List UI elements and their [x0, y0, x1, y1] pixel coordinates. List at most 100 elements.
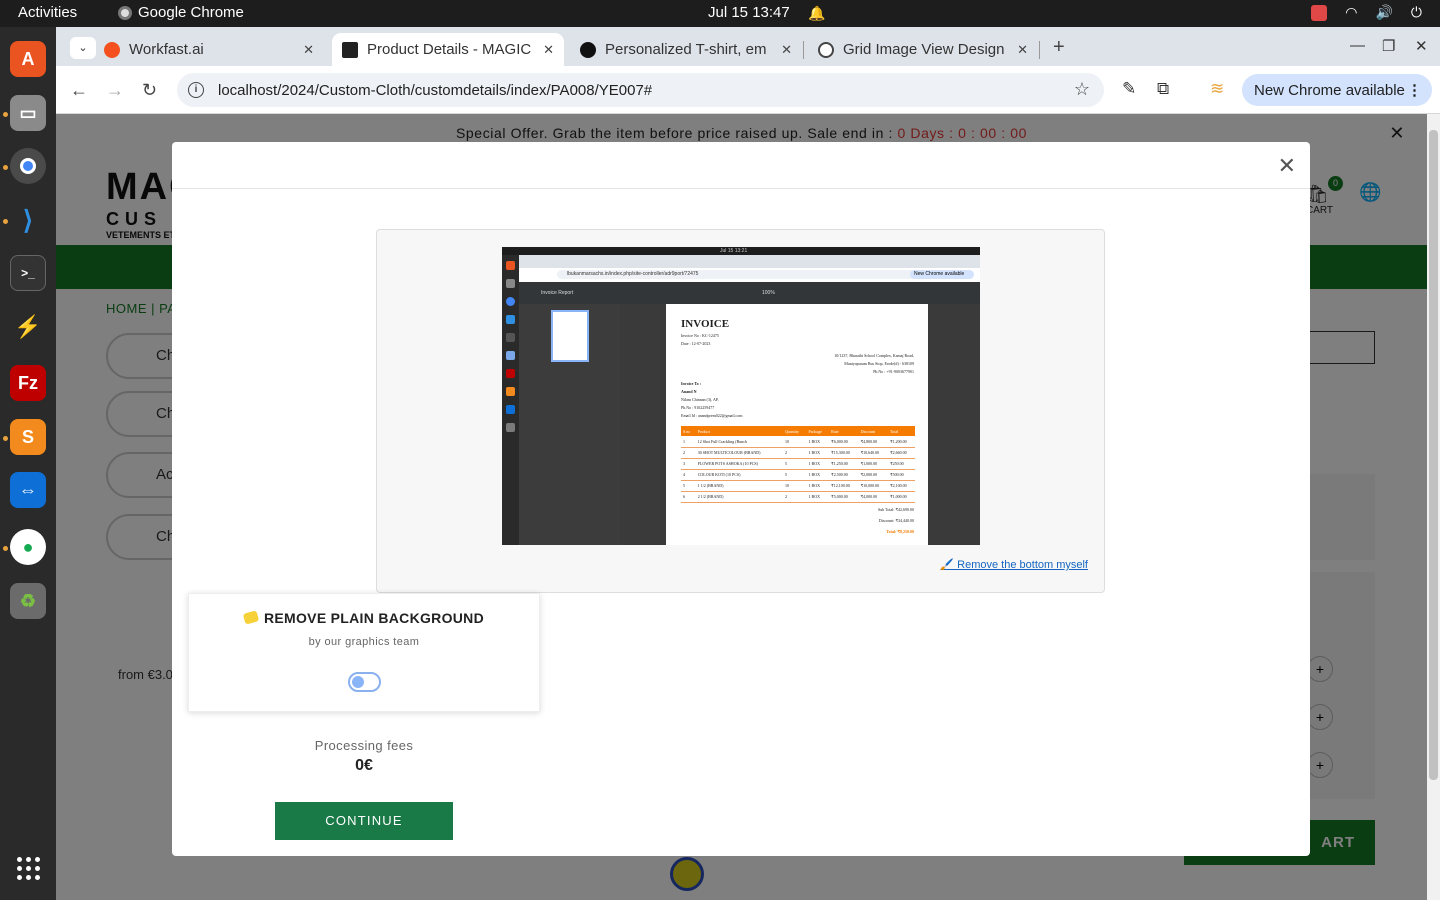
dock: A ▭ ⟩ >_ ⚡ Fz S ⇔ ● ♻	[0, 27, 56, 900]
preview-table-cell: ₹4,800.00	[858, 436, 889, 448]
clock[interactable]: Jul 15 13:47	[708, 4, 790, 21]
volume-icon[interactable]: 🔊	[1375, 4, 1392, 21]
toggle-knob	[352, 676, 364, 688]
browser-toolbar: ← → ↻ i localhost/2024/Custom-Cloth/cust…	[56, 66, 1440, 114]
scrollbar-thumb[interactable]	[1429, 130, 1438, 780]
bookmark-star-icon[interactable]: ☆	[1074, 79, 1090, 100]
activities-button[interactable]: Activities	[18, 4, 77, 21]
preview-pdf-toolbar: Invoice Report 100%	[519, 282, 980, 304]
preview-table-cell: 1 BOX	[806, 458, 830, 470]
close-tab-icon[interactable]: ✕	[543, 42, 554, 58]
tab-grid-image-view[interactable]: Grid Image View Design ✕	[818, 33, 1040, 66]
sublime-text-icon[interactable]: S	[10, 419, 46, 455]
preview-table-cell: 3	[681, 458, 696, 470]
tab-title: Grid Image View Design	[843, 41, 1005, 58]
preview-table-cell: 2	[681, 447, 696, 459]
preview-table-header: Rate	[829, 426, 859, 436]
tab-product-details[interactable]: Product Details - MAGIC ✕	[332, 33, 564, 66]
preview-table-cell: 6	[681, 491, 696, 503]
app-menu[interactable]: Google Chrome	[118, 4, 244, 21]
tab-workfast[interactable]: Workfast.ai ✕	[104, 33, 324, 66]
preview-table-cell: ₹2,660.00	[888, 447, 915, 459]
preview-table-cell: ₹10,000.00	[858, 480, 889, 492]
remove-background-myself-link[interactable]: 🖌️ Remove the bottom myself	[940, 558, 1088, 571]
close-tab-icon[interactable]: ✕	[303, 42, 314, 58]
show-apps-icon[interactable]	[17, 857, 40, 880]
tab-title: Product Details - MAGIC	[367, 41, 532, 58]
eyedropper-icon[interactable]: ✎	[1122, 79, 1136, 99]
preview-invoice-table: S.no Product Quantity Package Rate Discount To…	[681, 426, 915, 503]
running-indicator	[3, 112, 8, 117]
preview-table-cell: ₹4,000.00	[858, 491, 889, 503]
preview-table-cell: 1 BOX	[806, 436, 830, 448]
filezilla-icon[interactable]: Fz	[10, 365, 46, 401]
preview-table-cell: ₹5,000.00	[829, 491, 859, 503]
address-bar[interactable]: i localhost/2024/Custom-Cloth/customdeta…	[177, 73, 1104, 107]
close-tab-icon[interactable]: ✕	[1017, 42, 1028, 58]
remove-background-toggle[interactable]	[348, 672, 381, 692]
continue-button[interactable]: CONTINUE	[275, 802, 453, 840]
close-tab-icon[interactable]: ✕	[781, 42, 792, 58]
network-tool-icon[interactable]: ⚡	[10, 309, 46, 345]
preview-tab-strip	[519, 255, 980, 268]
running-indicator	[3, 219, 8, 224]
page-scrollbar[interactable]	[1427, 114, 1440, 900]
preview-table-header: Product	[695, 426, 783, 436]
new-chrome-available-button[interactable]: New Chrome available ⋮	[1242, 74, 1432, 106]
anydesk-icon[interactable]	[1311, 4, 1328, 21]
reload-icon[interactable]: ↻	[142, 80, 157, 101]
chrome-icon[interactable]	[10, 148, 46, 184]
bell-icon[interactable]: 🔔	[808, 5, 825, 22]
system-top-bar: Activities Google Chrome Jul 15 13:47 🔔 …	[0, 0, 1440, 27]
tab-search-button[interactable]: ⌄	[70, 37, 96, 59]
forward-icon[interactable]: →	[106, 80, 124, 101]
vscode-icon[interactable]: ⟩	[10, 202, 46, 238]
close-window-icon[interactable]: ✕	[1415, 37, 1428, 55]
extension-menu-icon[interactable]: ≋	[1210, 79, 1224, 99]
preview-table-cell: ₹500.00	[888, 469, 915, 481]
chatgpt-favicon-icon	[818, 41, 834, 58]
preview-table-header: Discount	[858, 426, 889, 436]
magic-favicon-icon	[342, 41, 358, 58]
mongodb-compass-icon[interactable]: ●	[10, 529, 46, 565]
tab-personalized-tshirt[interactable]: Personalized T-shirt, em ✕	[580, 33, 804, 66]
extensions-icon[interactable]: ⧉	[1157, 79, 1169, 99]
preview-table-header: S.no	[681, 426, 696, 436]
teamviewer-icon[interactable]: ⇔	[10, 472, 46, 508]
system-tray[interactable]: ◠ 🔊 ⏻	[1311, 4, 1422, 21]
terminal-icon[interactable]: >_	[10, 255, 46, 291]
preview-table-header: Package	[806, 426, 830, 436]
preview-table-cell: ₹12,100.00	[829, 480, 859, 492]
tshirt-favicon-icon	[580, 41, 596, 58]
preview-table-cell: 1 BOX	[806, 480, 830, 492]
close-modal-icon[interactable]: ✕	[1278, 153, 1296, 179]
maximize-icon[interactable]: ❐	[1382, 37, 1395, 55]
processing-fees-label: Processing fees	[314, 738, 414, 753]
new-tab-icon[interactable]: +	[1053, 36, 1065, 59]
preview-table-cell: ₹2,100.00	[888, 480, 915, 492]
preview-table-cell: ₹1,000.00	[858, 458, 889, 470]
back-icon[interactable]: ←	[70, 80, 88, 101]
preview-table-cell: 5	[782, 469, 807, 481]
wifi-icon[interactable]: ◠	[1345, 4, 1357, 21]
tab-title: Personalized T-shirt, em	[605, 41, 767, 58]
tab-strip: ⌄ Workfast.ai ✕ Product Details - MAGIC …	[56, 27, 1440, 66]
preview-pdf-sidebar	[519, 304, 620, 545]
minimize-icon[interactable]: —	[1350, 37, 1365, 54]
running-indicator	[3, 436, 8, 441]
preview-invoice-document: INVOICE Invoice No : KC-12475 Date : 12-0…	[666, 304, 928, 545]
preview-table-cell: 2	[782, 447, 807, 459]
site-info-icon[interactable]: i	[188, 82, 204, 98]
remove-background-card: REMOVE PLAIN BACKGROUND by our graphics …	[188, 593, 540, 712]
preview-table-cell: COLOUR KOTI (10 PCS)	[695, 469, 783, 481]
preview-table-cell: ₹1,200.00	[888, 436, 915, 448]
preview-table-cell: 2	[782, 491, 807, 503]
power-icon[interactable]: ⏻	[1411, 4, 1422, 21]
kebab-menu-icon[interactable]: ⋮	[1407, 81, 1422, 99]
files-icon[interactable]: ▭	[10, 95, 46, 131]
ubuntu-software-icon[interactable]: A	[10, 41, 46, 77]
trash-icon[interactable]: ♻	[10, 583, 46, 619]
preview-table-cell: 2 1/2 (BRAND)	[695, 491, 783, 503]
preview-table-cell: 30 SHOT MULTICOLOUR (BRAND)	[695, 447, 783, 459]
background-removal-modal: ✕ Jul 15 13:21 lbukanmarsachs.in/index.p…	[172, 142, 1310, 856]
